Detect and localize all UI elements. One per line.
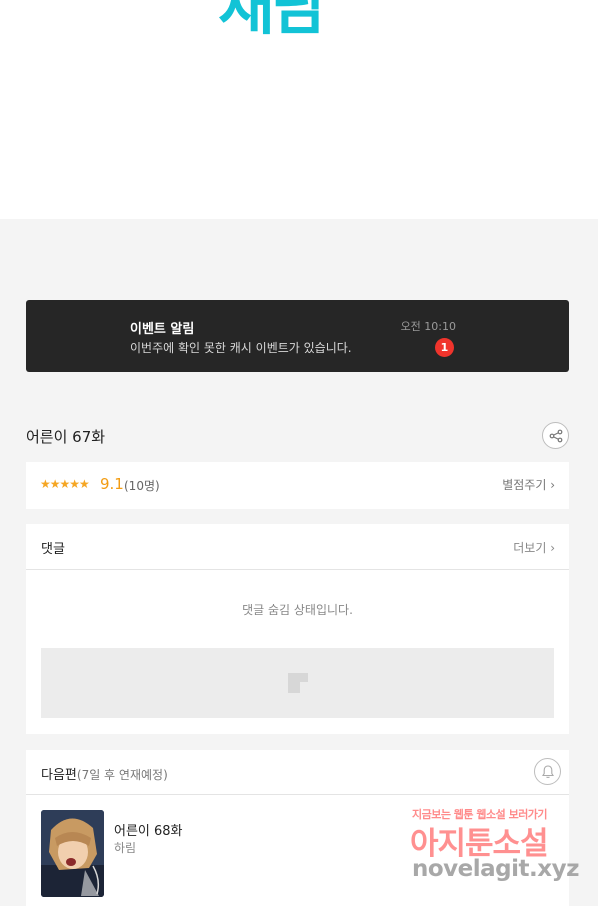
bell-icon xyxy=(541,764,554,778)
comments-header: 댓글 더보기 › xyxy=(26,524,569,570)
top-banner-area: 재담 xyxy=(0,0,598,219)
rating-stars: ★★★★★ xyxy=(40,477,90,491)
event-title: 이벤트 알림 xyxy=(130,322,195,337)
comments-title: 댓글 xyxy=(41,542,65,557)
event-time: 오전 10:10 xyxy=(400,320,456,333)
event-count-badge: 1 xyxy=(435,338,454,357)
share-icon xyxy=(549,429,562,442)
rate-button[interactable]: 별점주기 › xyxy=(502,476,555,493)
notify-button[interactable] xyxy=(534,758,561,785)
event-notification-banner[interactable]: 이벤트 알림 이번주에 확인 못한 캐시 이벤트가 있습니다. 오전 10:10… xyxy=(26,300,569,372)
watermark-url: novelagit.xyz xyxy=(412,856,579,882)
event-description: 이번주에 확인 못한 캐시 이벤트가 있습니다. xyxy=(130,341,352,355)
ad-placeholder[interactable] xyxy=(41,648,554,718)
rating-score: 9.1 xyxy=(100,475,124,493)
site-watermark: 지금보는 웹툰 웹소설 보러가기 아지툰소설 novelagit.xyz xyxy=(408,806,580,886)
next-episode-author: 하림 xyxy=(114,841,137,855)
episode-title: 어른이 67화 xyxy=(26,428,106,446)
comments-hidden-message: 댓글 숨김 상태입니다. xyxy=(242,603,353,617)
next-episode-title[interactable]: 어른이 68화 xyxy=(114,820,183,839)
next-episode-heading: 다음편(7일 후 연재예정) xyxy=(41,764,168,783)
next-episode-thumbnail[interactable] xyxy=(41,810,104,897)
share-button[interactable] xyxy=(542,422,569,449)
next-episode-heading-label: 다음편 xyxy=(41,768,77,783)
next-episode-schedule: (7일 후 연재예정) xyxy=(76,768,168,782)
rating-card: ★★★★★ 9.1 (10명) 별점주기 › xyxy=(26,462,569,509)
next-episode-header: 다음편(7일 후 연재예정) xyxy=(26,750,569,795)
comments-more-link[interactable]: 더보기 › xyxy=(513,539,555,556)
rating-count: (10명) xyxy=(124,479,160,493)
image-placeholder-icon xyxy=(288,673,308,693)
brand-logo: 재담 xyxy=(218,0,328,43)
comments-card: 댓글 더보기 › 댓글 숨김 상태입니다. xyxy=(26,524,569,734)
